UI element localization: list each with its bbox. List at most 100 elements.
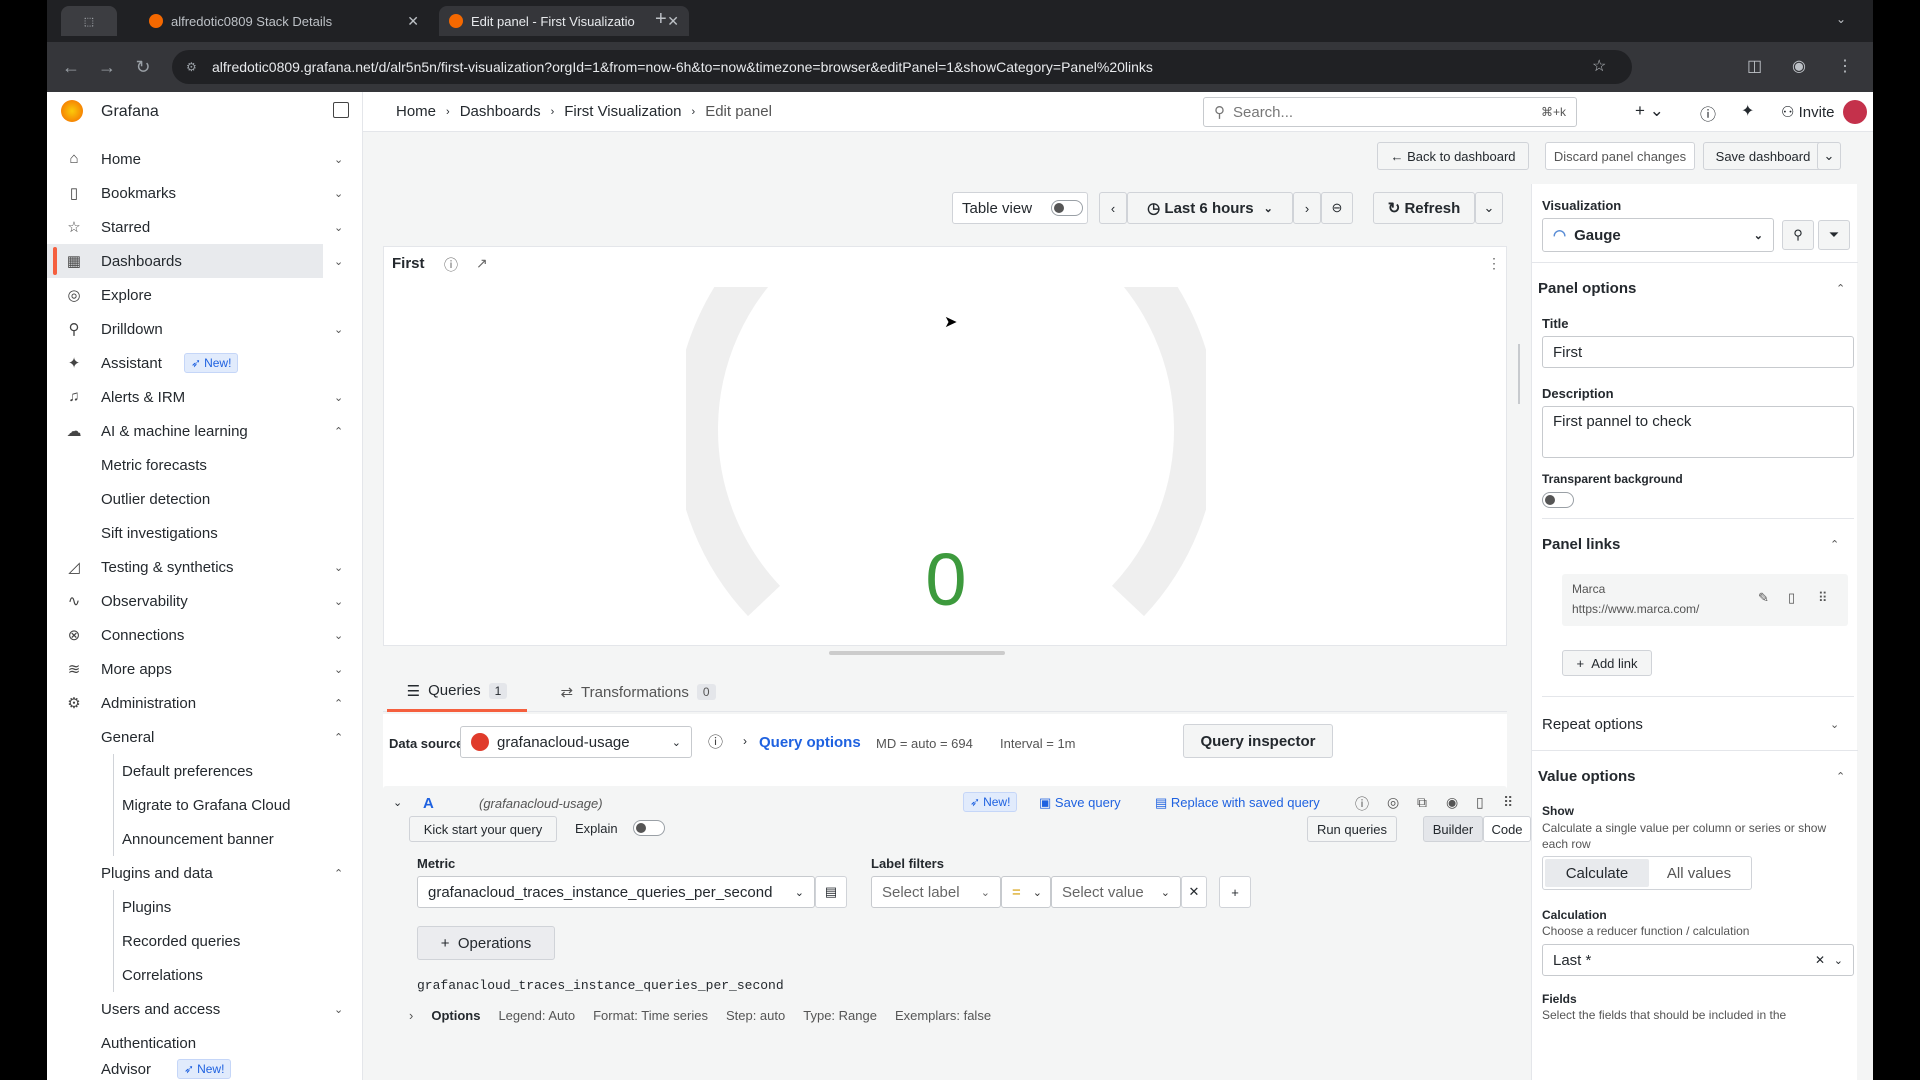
chevron-down-icon[interactable]: ⌄	[334, 1003, 343, 1016]
invite-button[interactable]: ⚇ Invite	[1781, 103, 1834, 121]
calculation-select[interactable]: Last * ✕ ⌄	[1542, 944, 1854, 976]
new-tab-button[interactable]: +	[655, 8, 667, 31]
nav-item-alerts[interactable]: ♫ Alerts & IRM ⌄	[47, 380, 363, 414]
delete-query-icon[interactable]: ▯	[1476, 794, 1484, 811]
metric-select[interactable]: grafanacloud_traces_instance_queries_per…	[417, 876, 815, 908]
query-options-summary[interactable]: › Options Legend: Auto Format: Time seri…	[409, 1008, 991, 1023]
chevron-down-icon[interactable]: ⌄	[334, 187, 343, 200]
nav-item-general[interactable]: General ⌃	[47, 720, 363, 754]
nav-item-home[interactable]: ⌂ Home ⌄	[47, 142, 363, 176]
nav-item-assistant[interactable]: ✦ Assistant ➶ New!	[47, 346, 363, 380]
chevron-up-icon[interactable]: ⌃	[334, 731, 343, 744]
back-arrow-icon[interactable]: ←	[53, 57, 89, 78]
nav-item-recorded-queries[interactable]: Recorded queries	[47, 924, 363, 958]
tab-group-button[interactable]: ⬚	[61, 6, 117, 36]
close-tab-icon[interactable]: ✕	[667, 13, 679, 30]
browser-tab-edit-panel[interactable]: Edit panel - First Visualizatio ✕	[439, 6, 689, 36]
extensions-icon[interactable]: ◫	[1747, 56, 1762, 76]
data-source-picker[interactable]: grafanacloud-usage ⌄	[460, 726, 692, 758]
nav-item-testing[interactable]: ◿ Testing & synthetics ⌄	[47, 550, 363, 584]
time-range-picker[interactable]: ◷ Last 6 hours ⌄	[1127, 192, 1293, 224]
clear-icon[interactable]: ✕	[1815, 953, 1825, 967]
chevron-up-icon[interactable]: ⌃	[1836, 770, 1845, 783]
chevron-up-icon[interactable]: ⌃	[334, 425, 343, 438]
discard-changes-button[interactable]: Discard panel changes	[1545, 142, 1695, 170]
browser-tab-stack-details[interactable]: alfredotic0809 Stack Details ✕	[139, 6, 429, 36]
remove-filter-icon[interactable]: ✕	[1181, 876, 1207, 908]
profile-icon[interactable]: ◉	[1792, 56, 1806, 76]
operator-dropdown[interactable]: = ⌄	[1001, 876, 1051, 908]
chevron-down-icon[interactable]: ⌄	[334, 561, 343, 574]
breadcrumb-first-visualization[interactable]: First Visualization	[564, 103, 681, 120]
panel-links-header[interactable]: Panel links	[1542, 536, 1620, 553]
value-options-header[interactable]: Value options	[1538, 768, 1636, 785]
refresh-button[interactable]: ↻ Refresh	[1373, 192, 1475, 224]
drag-handle-icon[interactable]: ⠿	[1503, 794, 1513, 811]
chevron-down-icon[interactable]: ⌄	[334, 629, 343, 642]
operations-button[interactable]: + Operations	[417, 926, 555, 960]
edit-pencil-icon[interactable]: ✎	[1758, 590, 1769, 606]
select-label-dropdown[interactable]: Select label ⌄	[871, 876, 1001, 908]
metrics-explorer-book-icon[interactable]: ▤	[815, 876, 847, 908]
back-to-dashboard-button[interactable]: ← Back to dashboard	[1377, 142, 1529, 170]
collapse-chevron-icon[interactable]: ⌄	[393, 796, 402, 809]
bookmark-star-icon[interactable]: ☆	[1592, 56, 1606, 76]
nav-item-connections[interactable]: ⊗ Connections ⌄	[47, 618, 363, 652]
refresh-interval-chevron-icon[interactable]: ⌄	[1475, 192, 1503, 224]
chevron-down-icon[interactable]: ⌄	[1834, 954, 1843, 967]
chevron-up-icon[interactable]: ⌃	[334, 697, 343, 710]
chevron-down-icon[interactable]: ⌄	[334, 323, 343, 336]
transparent-background-switch[interactable]	[1542, 492, 1574, 508]
panel-title-input[interactable]: First	[1542, 336, 1854, 368]
nav-item-ai-ml[interactable]: ☁ AI & machine learning ⌃	[47, 414, 363, 448]
help-icon[interactable]: ⓘ	[1700, 101, 1716, 125]
assistant-sparkle-icon[interactable]: ✦	[1741, 101, 1754, 121]
save-dashboard-button[interactable]: Save dashboard	[1703, 142, 1823, 170]
repeat-options-header[interactable]: Repeat options	[1542, 716, 1643, 733]
add-link-button[interactable]: + Add link	[1562, 650, 1652, 676]
chevron-down-icon[interactable]: ⌄	[334, 663, 343, 676]
chevron-down-icon[interactable]: ⌄	[334, 221, 343, 234]
help-circle-icon[interactable]: ⓘ	[708, 731, 723, 752]
table-view-switch[interactable]	[1051, 200, 1083, 216]
chevron-down-icon[interactable]: ⌄	[334, 391, 343, 404]
nav-item-sift[interactable]: Sift investigations	[47, 516, 363, 550]
nav-item-correlations[interactable]: Correlations	[47, 958, 363, 992]
replace-saved-query-button[interactable]: ▤ Replace with saved query	[1155, 795, 1320, 811]
chevron-down-icon[interactable]: ⌄	[334, 255, 343, 268]
breadcrumb-dashboards[interactable]: Dashboards	[460, 103, 541, 120]
all-values-option[interactable]: All values	[1649, 859, 1749, 887]
query-settings-icon[interactable]: ◎	[1387, 794, 1399, 811]
nav-item-default-preferences[interactable]: Default preferences	[47, 754, 363, 788]
grafana-logo-icon[interactable]	[61, 100, 83, 122]
url-field[interactable]: ⚙ alfredotic0809.grafana.net/d/alr5n5n/f…	[172, 50, 1632, 84]
table-view-toggle[interactable]: Table view	[952, 192, 1088, 224]
dock-menu-icon[interactable]	[333, 102, 349, 118]
forward-arrow-icon[interactable]: →	[89, 57, 125, 78]
query-inspector-button[interactable]: Query inspector	[1183, 724, 1333, 758]
nav-item-starred[interactable]: ☆ Starred ⌄	[47, 210, 363, 244]
explain-switch[interactable]	[633, 820, 665, 836]
nav-item-dashboards[interactable]: ▦ Dashboards ⌄	[47, 244, 343, 278]
nav-item-more-apps[interactable]: ≋ More apps ⌄	[47, 652, 363, 686]
breadcrumb-home[interactable]: Home	[396, 103, 436, 120]
kick-start-button[interactable]: Kick start your query	[409, 816, 557, 842]
run-queries-button[interactable]: Run queries	[1307, 816, 1397, 842]
filter-options-icon[interactable]: ⏷	[1818, 220, 1850, 250]
nav-item-drilldown[interactable]: ⚲ Drilldown ⌄	[47, 312, 363, 346]
save-options-chevron-icon[interactable]: ⌄	[1817, 142, 1841, 170]
info-icon[interactable]: ⓘ	[444, 255, 458, 275]
select-value-dropdown[interactable]: Select value ⌄	[1051, 876, 1181, 908]
panel-description-textarea[interactable]: First pannel to check	[1542, 406, 1854, 458]
nav-item-users-access[interactable]: Users and access ⌄	[47, 992, 363, 1026]
code-mode-button[interactable]: Code	[1483, 816, 1531, 842]
panel-options-header[interactable]: Panel options	[1538, 280, 1636, 297]
search-input[interactable]: ⚲ Search... ⌘+k	[1203, 97, 1577, 127]
calculate-option[interactable]: Calculate	[1545, 859, 1649, 887]
time-forward-button[interactable]: ›	[1293, 192, 1321, 224]
tab-search-icon[interactable]: ⌄	[1836, 12, 1846, 26]
nav-item-explore[interactable]: ◎ Explore	[47, 278, 363, 312]
add-new-icon[interactable]: + ⌄	[1635, 101, 1664, 121]
browser-menu-icon[interactable]: ⋮	[1837, 56, 1853, 76]
nav-item-migrate[interactable]: Migrate to Grafana Cloud	[47, 788, 363, 822]
